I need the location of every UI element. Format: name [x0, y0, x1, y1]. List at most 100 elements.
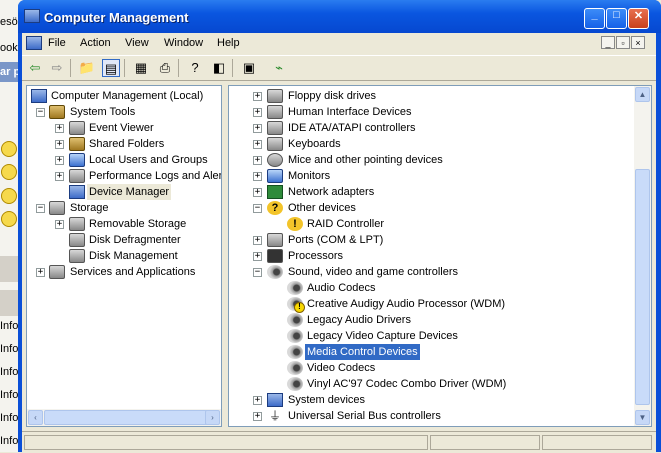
- smiley-icon: [1, 164, 17, 180]
- expand-toggle[interactable]: +: [55, 140, 64, 149]
- services-icon: [49, 265, 65, 279]
- usb-icon: ⏚: [268, 409, 281, 423]
- vertical-scrollbar[interactable]: ▲ ▼: [634, 86, 651, 426]
- scroll-thumb[interactable]: [635, 169, 650, 405]
- menu-view[interactable]: View: [125, 37, 149, 49]
- computer-management-icon: [24, 9, 40, 23]
- device-manager-icon: [69, 185, 85, 199]
- expand-toggle[interactable]: +: [55, 220, 64, 229]
- close-button[interactable]: ✕: [628, 8, 649, 29]
- console-tree: Computer Management (Local) − System Too…: [26, 85, 222, 427]
- speaker-icon: [287, 345, 303, 359]
- speaker-icon: [287, 313, 303, 327]
- back-icon[interactable]: ⇦: [26, 59, 44, 77]
- horizontal-scrollbar[interactable]: ‹ ›: [27, 409, 221, 426]
- expand-toggle[interactable]: +: [55, 124, 64, 133]
- scroll-up-button[interactable]: ▲: [635, 87, 650, 102]
- expand-toggle[interactable]: +: [55, 156, 64, 165]
- expand-toggle[interactable]: +: [253, 92, 262, 101]
- warning-device-icon: !: [287, 217, 303, 231]
- speaker-icon: [287, 377, 303, 391]
- collapse-toggle[interactable]: −: [253, 204, 262, 213]
- show-hide-tree-icon[interactable]: ▤: [102, 59, 120, 77]
- mdi-close-button[interactable]: ×: [631, 36, 645, 49]
- performance-icon: [69, 169, 85, 183]
- console-icon[interactable]: ◧: [210, 59, 228, 77]
- properties-icon[interactable]: ▦: [132, 59, 150, 77]
- expand-toggle[interactable]: +: [55, 172, 64, 181]
- uninstall-icon[interactable]: ⌁: [270, 59, 288, 77]
- scroll-down-button[interactable]: ▼: [635, 410, 650, 425]
- status-segment: [430, 435, 540, 450]
- mdi-minimize-button[interactable]: _: [601, 36, 615, 49]
- computer-management-window: Computer Management _ □ ✕ File Action Vi…: [18, 0, 661, 452]
- forward-icon[interactable]: ⇨: [48, 59, 66, 77]
- shared-folders-icon: [69, 137, 85, 151]
- scroll-thumb[interactable]: [44, 410, 214, 425]
- status-segment: [542, 435, 652, 450]
- expand-toggle[interactable]: +: [253, 412, 262, 421]
- expand-toggle[interactable]: +: [253, 188, 262, 197]
- expand-toggle[interactable]: +: [253, 124, 262, 133]
- expand-toggle[interactable]: +: [253, 108, 262, 117]
- monitor-icon: [267, 169, 283, 183]
- toolbar-separator: [232, 59, 233, 77]
- collapse-toggle[interactable]: −: [36, 204, 45, 213]
- mdi-system-icon[interactable]: [26, 36, 42, 50]
- floppy-icon: [267, 89, 283, 103]
- toolbar-separator: [124, 59, 125, 77]
- device-list: + Floppy disk drives + Human Interface D…: [228, 85, 652, 427]
- network-icon: [267, 185, 283, 199]
- ide-icon: [267, 121, 283, 135]
- up-folder-icon[interactable]: 📁: [78, 59, 96, 77]
- minimize-button[interactable]: _: [584, 8, 605, 29]
- removable-storage-icon: [69, 217, 85, 231]
- window-client: File Action View Window Help _ ▫ × ⇦ ⇨ 📁 ▤…: [22, 33, 656, 452]
- tools-icon: [49, 105, 65, 119]
- speaker-icon: [287, 329, 303, 343]
- help-icon[interactable]: ?: [186, 59, 204, 77]
- maximize-button[interactable]: □: [606, 8, 627, 29]
- speaker-icon: [287, 361, 303, 375]
- event-viewer-icon: [69, 121, 85, 135]
- collapse-toggle[interactable]: −: [36, 108, 45, 117]
- collapse-toggle[interactable]: −: [253, 268, 262, 277]
- smiley-icon: [1, 188, 17, 204]
- expand-toggle[interactable]: +: [253, 156, 262, 165]
- smiley-icon: [1, 211, 17, 227]
- toolbar-separator: [178, 59, 179, 77]
- menu-file[interactable]: File: [48, 37, 66, 49]
- speaker-icon: [267, 265, 283, 279]
- processor-icon: [267, 249, 283, 263]
- print-icon[interactable]: ⎙: [156, 59, 174, 77]
- users-icon: [69, 153, 85, 167]
- title-bar[interactable]: Computer Management _ □ ✕: [18, 0, 661, 33]
- menu-window[interactable]: Window: [164, 37, 203, 49]
- mouse-icon: [267, 153, 283, 167]
- toolbar: ⇦ ⇨ 📁 ▤ ▦ ⎙ ? ◧ ▣ ⌁: [22, 55, 656, 81]
- scroll-right-button[interactable]: ›: [205, 410, 220, 425]
- computer-icon: [31, 89, 47, 103]
- status-bar: [22, 431, 656, 453]
- defrag-icon: [69, 233, 85, 247]
- mdi-restore-button[interactable]: ▫: [616, 36, 630, 49]
- expand-toggle[interactable]: +: [253, 396, 262, 405]
- expand-toggle[interactable]: +: [253, 140, 262, 149]
- port-icon: [267, 233, 283, 247]
- menu-action[interactable]: Action: [80, 37, 111, 49]
- expand-toggle[interactable]: +: [253, 172, 262, 181]
- scroll-left-button[interactable]: ‹: [28, 410, 43, 425]
- scan-hardware-icon[interactable]: ▣: [240, 59, 258, 77]
- expand-toggle[interactable]: +: [253, 236, 262, 245]
- hid-icon: [267, 105, 283, 119]
- window-title: Computer Management: [44, 10, 189, 25]
- toolbar-separator: [70, 59, 71, 77]
- menu-bar: File Action View Window Help _ ▫ ×: [22, 33, 656, 53]
- expand-toggle[interactable]: +: [36, 268, 45, 277]
- system-devices-icon: [267, 393, 283, 407]
- expand-toggle[interactable]: +: [253, 252, 262, 261]
- mdi-controls: _ ▫ ×: [600, 36, 645, 49]
- keyboard-icon: [267, 137, 283, 151]
- menu-help[interactable]: Help: [217, 37, 240, 49]
- status-segment: [24, 435, 428, 450]
